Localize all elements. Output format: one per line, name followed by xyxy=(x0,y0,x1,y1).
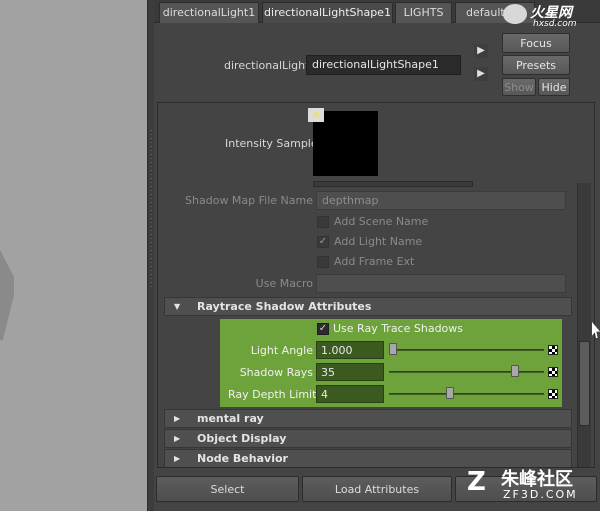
shadow-rays-field[interactable]: 35 xyxy=(316,363,384,381)
ray-depth-field[interactable]: 4 xyxy=(316,385,384,403)
use-ray-trace-label: Use Ray Trace Shadows xyxy=(333,322,464,335)
panel-divider[interactable] xyxy=(147,0,154,511)
tab-directional-light[interactable]: directionalLight1 xyxy=(159,2,259,23)
light-angle-slider[interactable] xyxy=(389,349,544,351)
mental-ray-section-header[interactable]: ▶ mental ray xyxy=(164,409,572,428)
use-macro-label: Use Macro xyxy=(255,277,313,290)
zf3d-watermark: Z 朱峰社区 ZF3D.COM xyxy=(467,465,597,507)
node-behavior-section-label: Node Behavior xyxy=(197,452,288,465)
use-ray-trace-checkbox[interactable]: ✓ xyxy=(317,323,329,335)
shadow-rays-map-icon[interactable] xyxy=(548,367,558,377)
add-frame-ext-checkbox[interactable] xyxy=(317,256,329,268)
light-angle-label: Light Angle xyxy=(250,344,313,357)
hxsd-watermark: 火星网 hxsd.com xyxy=(503,2,595,30)
viewport-object xyxy=(0,250,14,340)
raytrace-section-header[interactable]: ▼ Raytrace Shadow Attributes xyxy=(164,297,572,316)
tab-lights[interactable]: LIGHTS xyxy=(395,2,452,23)
select-output-icon[interactable]: ▶ xyxy=(474,67,488,81)
show-button[interactable]: Show xyxy=(502,78,536,96)
collapse-arrow-icon: ▼ xyxy=(174,302,181,311)
node-name-label: directionalLight: xyxy=(224,59,314,72)
light-angle-field[interactable]: 1.000 xyxy=(316,341,384,359)
zf3d-logo-icon: Z xyxy=(467,467,486,497)
select-button[interactable]: Select xyxy=(156,476,299,502)
ray-depth-map-icon[interactable] xyxy=(548,389,558,399)
ray-depth-slider[interactable] xyxy=(389,393,544,395)
attribute-scroll-area[interactable]: Intensity Sample ☀ Shadow Map File Name … xyxy=(157,102,595,468)
light-angle-map-icon[interactable] xyxy=(548,345,558,355)
use-macro-field[interactable] xyxy=(316,274,566,293)
divider-grip xyxy=(150,130,152,290)
vertical-scrollbar-thumb[interactable] xyxy=(579,341,590,426)
object-display-section-header[interactable]: ▶ Object Display xyxy=(164,429,572,448)
expand-arrow-icon: ▶ xyxy=(174,434,181,443)
add-scene-name-checkbox[interactable] xyxy=(317,216,329,228)
expand-arrow-icon: ▶ xyxy=(174,454,181,463)
select-input-icon[interactable]: ▶ xyxy=(474,44,488,58)
add-light-name-label: Add Light Name xyxy=(334,235,423,248)
mental-ray-section-label: mental ray xyxy=(197,412,264,425)
shadow-rays-slider-thumb[interactable] xyxy=(511,365,519,377)
tab-directional-light-shape[interactable]: directionalLightShape1 xyxy=(262,2,393,23)
hxsd-watermark-url: hxsd.com xyxy=(533,19,577,29)
load-attributes-button[interactable]: Load Attributes xyxy=(302,476,452,502)
zf3d-watermark-url: ZF3D.COM xyxy=(503,488,578,501)
separator-bar xyxy=(313,181,473,187)
presets-button[interactable]: Presets xyxy=(502,55,570,75)
ray-depth-label: Ray Depth Limit xyxy=(228,388,317,401)
add-scene-name-label: Add Scene Name xyxy=(334,215,429,228)
shadow-rays-slider[interactable] xyxy=(389,371,544,373)
hide-button[interactable]: Hide xyxy=(538,78,570,96)
raytrace-section-label: Raytrace Shadow Attributes xyxy=(197,300,372,313)
viewport-panel[interactable] xyxy=(0,0,147,511)
intensity-sample-label: Intensity Sample xyxy=(225,137,318,150)
ray-depth-slider-thumb[interactable] xyxy=(446,387,454,399)
add-frame-ext-label: Add Frame Ext xyxy=(334,255,415,268)
object-display-section-label: Object Display xyxy=(197,432,287,445)
expand-arrow-icon: ▶ xyxy=(174,414,181,423)
add-light-name-checkbox[interactable]: ✓ xyxy=(317,236,329,248)
node-name-field[interactable]: directionalLightShape1 xyxy=(306,55,461,75)
light-angle-slider-thumb[interactable] xyxy=(389,343,397,355)
focus-button[interactable]: Focus xyxy=(502,33,570,53)
shadow-map-file-field[interactable]: depthmap xyxy=(316,191,566,210)
shadow-map-file-label: Shadow Map File Name xyxy=(185,194,313,207)
hxsd-logo-icon xyxy=(503,4,527,24)
shadow-rays-label: Shadow Rays xyxy=(239,366,313,379)
light-bulb-icon: ☀ xyxy=(308,108,324,122)
